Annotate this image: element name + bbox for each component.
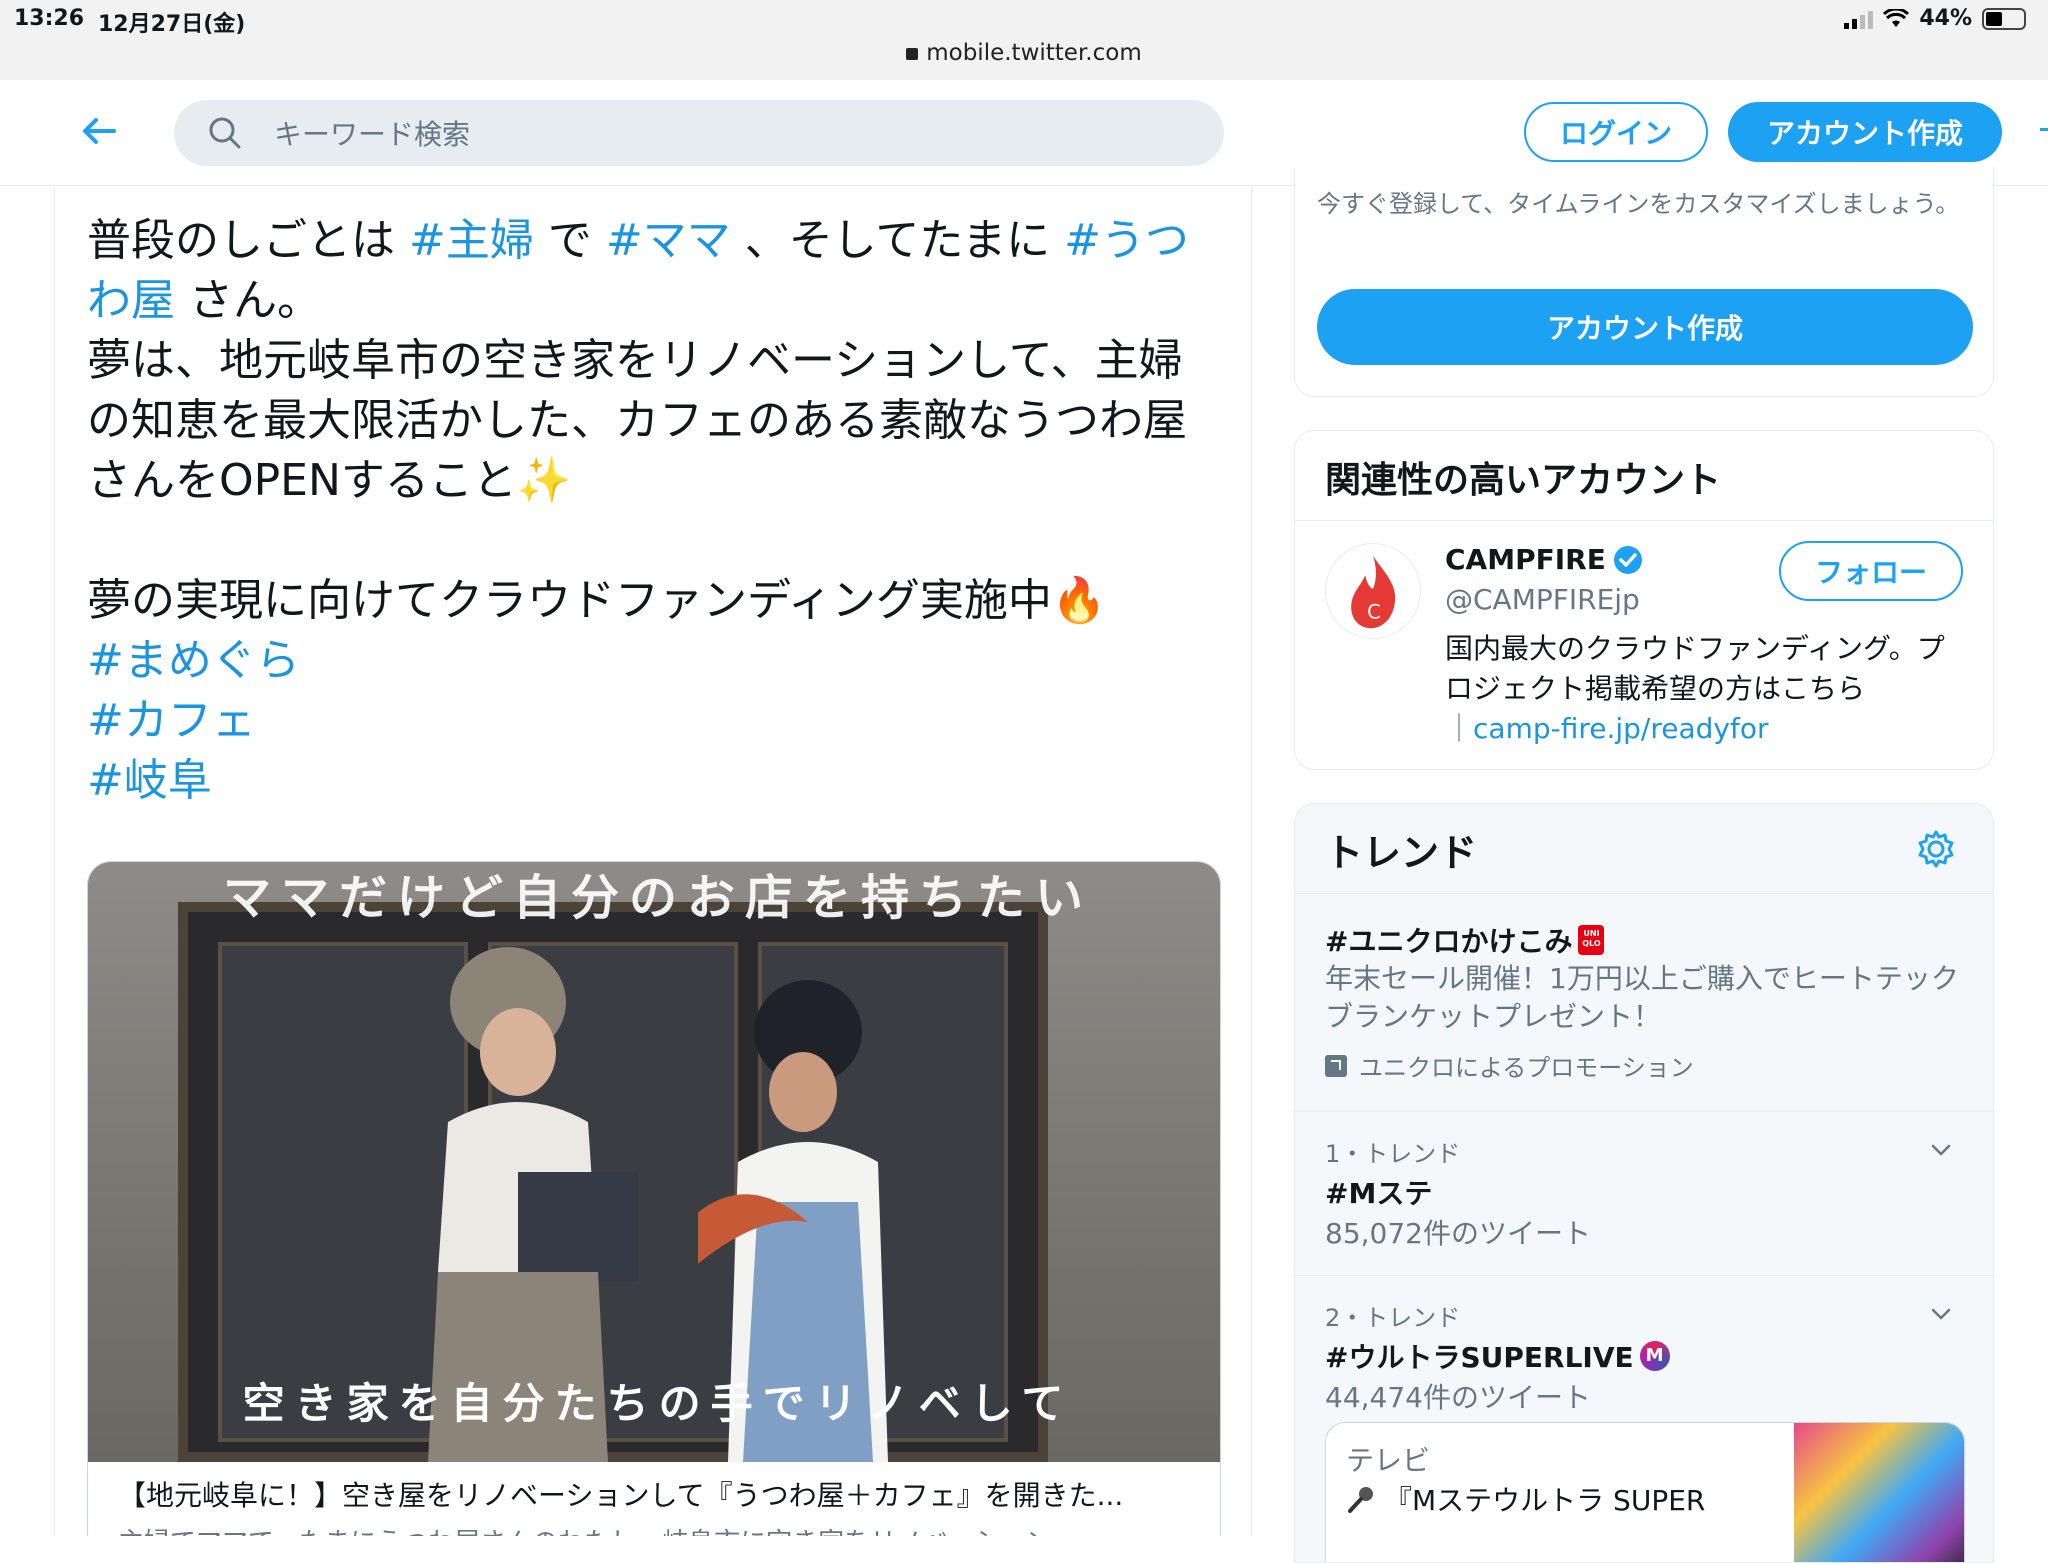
account-bio: 国内最大のクラウドファンディング。プロジェクト掲載希望の方はこちら ｜camp-… [1445, 629, 1965, 749]
battery-percent: 44% [1919, 6, 1972, 31]
verified-badge-icon [1613, 545, 1642, 574]
url-text: mobile.twitter.com [926, 40, 1142, 66]
trends-title: トレンド [1325, 831, 1478, 875]
chevron-down-icon[interactable] [1929, 1302, 1953, 1326]
svg-text:C: C [1367, 600, 1381, 623]
promotion-label: ユニクロによるプロモーション [1359, 1054, 1694, 1082]
microphone-icon [1348, 1487, 1373, 1513]
trends-header: トレンド [1295, 804, 1993, 894]
hashtag-link[interactable]: #まめぐら [87, 635, 300, 686]
tweet-text-part: さん。 [175, 275, 321, 326]
sparkles-icon: ✨ [516, 455, 572, 506]
card-title: 【地元岐阜に！】空き屋をリノベーションして『うつわ屋＋カフェ』を開きた... [118, 1479, 1124, 1512]
sidebar-signup-button[interactable]: アカウント作成 [1317, 289, 1973, 365]
chevron-down-icon[interactable] [1929, 1138, 1953, 1162]
tv-event-card[interactable]: テレビ 『Mステウルトラ SUPER [1325, 1422, 1965, 1562]
trend-count: 44,474件のツイート [1325, 1381, 1591, 1414]
promoted-trend-description: 年末セール開催！1万円以上ご購入でヒートテックブランケットプレゼント！ [1325, 962, 1959, 1033]
url-bar[interactable]: mobile.twitter.com [0, 40, 2048, 66]
search-icon [209, 117, 241, 149]
tweet-text-part: 夢の実現に向けてクラウドファンディング実施中 [87, 575, 1052, 626]
trend-count: 85,072件のツイート [1325, 1217, 1591, 1250]
promotion-line: ユニクロによるプロモーション [1325, 1048, 1694, 1083]
trend-meta: 1・トレンド [1325, 1140, 1461, 1168]
promoted-trend[interactable]: #ユニクロかけこみ UNI QLO 年末セール開催！1万円以上ご購入でヒートテック… [1295, 894, 1993, 1112]
tv-title-text: 『Mステウルトラ SUPER [1384, 1484, 1706, 1517]
trend-name-text: #ウルトラSUPERLIVE [1325, 1341, 1634, 1374]
tweet-text-part: 、そしてたまに [730, 215, 1065, 266]
uniqlo-icon: UNI QLO [1578, 925, 1605, 955]
search-input[interactable] [274, 114, 1174, 154]
promoted-trend-text: #ユニクロかけこみ [1325, 925, 1573, 958]
trend-name: #ウルトラSUPERLIVE M [1325, 1336, 1670, 1376]
link-card[interactable]: ママだけど自分のお店を持ちたい 空き家を自分たちの手でリノベして 【地元岐阜に！… [87, 861, 1221, 1536]
account-handle: @CAMPFIREjp [1445, 583, 1640, 616]
fire-icon: 🔥 [1051, 575, 1107, 626]
signup-panel: 今すぐ登録して、タイムラインをカスタマイズしましょう。 アカウント作成 [1294, 167, 1994, 397]
tv-label: テレビ [1346, 1444, 1431, 1477]
trends-panel: トレンド #ユニクロかけこみ UNI QLO 年末セール開催！1万円以上ご購入でヒ… [1294, 803, 1994, 1563]
back-arrow-icon[interactable] [74, 106, 124, 156]
tweet-text-part: 普段のしごとは [87, 215, 409, 266]
search-box[interactable] [174, 100, 1224, 166]
status-bar: 13:26 12月27日(金) 44% mobile.twitter.com [0, 0, 2048, 80]
tweet-text: 普段のしごとは #主婦 で #ママ 、そしてたまに #うつわ屋 さん。 夢は、地… [87, 211, 1217, 811]
trend-item[interactable]: 1・トレンド #Mステ 85,072件のツイート [1295, 1112, 1993, 1276]
tweet-text-part: で [533, 215, 606, 266]
account-name[interactable]: CAMPFIRE [1445, 543, 1644, 576]
lock-icon [906, 48, 919, 60]
tv-title: 『Mステウルトラ SUPER [1346, 1479, 1705, 1519]
related-accounts-panel: 関連性の高いアカウント C CAMPFIRE @CAMPFIREjp 国内最大の… [1294, 430, 1994, 770]
login-button[interactable]: ログイン [1524, 102, 1708, 162]
promoted-trend-name: #ユニクロかけこみ UNI QLO [1325, 920, 1605, 960]
signup-prompt: 今すぐ登録して、タイムラインをカスタマイズしましょう。 [1317, 190, 1960, 218]
account-name-text: CAMPFIRE [1445, 543, 1606, 576]
image-caption-top: ママだけど自分のお店を持ちたい [222, 870, 1093, 926]
status-time: 13:26 [14, 6, 85, 31]
battery-icon [1982, 7, 2026, 30]
hashtag-link[interactable]: #岐阜 [87, 755, 212, 806]
wifi-icon [1883, 8, 1910, 27]
status-indicators: 44% [1844, 6, 2026, 31]
bio-separator: ｜ [1445, 712, 1474, 745]
hashtag-link[interactable]: #カフェ [87, 695, 256, 746]
m-logo-icon: M [1639, 1341, 1670, 1371]
gear-icon[interactable] [1915, 828, 1957, 870]
image-caption-bottom: 空き家を自分たちの手でリノベして [242, 1379, 1074, 1428]
related-title: 関連性の高いアカウント [1325, 460, 1722, 501]
edge-indicator [2040, 128, 2048, 134]
related-header: 関連性の高いアカウント [1295, 431, 1993, 521]
card-description: 主婦でママで、たまにうつわ屋さんのわたし。岐阜市に空き家をリノベーション [118, 1522, 1198, 1536]
trend-name: #Mステ [1325, 1177, 1433, 1210]
card-image: ママだけど自分のお店を持ちたい 空き家を自分たちの手でリノベして [88, 862, 1220, 1462]
campfire-avatar[interactable]: C [1325, 543, 1421, 639]
signal-icon [1844, 9, 1874, 29]
hashtag-link[interactable]: #主婦 [409, 215, 534, 266]
tv-thumbnail [1794, 1423, 1964, 1562]
hashtag-link[interactable]: #ママ [606, 215, 731, 266]
tweet-text-part: 夢は、地元岐阜市の空き家をリノベーションして、主婦の知恵を最大限活かした、カフェ… [87, 335, 1187, 506]
account-bio-text: 国内最大のクラウドファンディング。プロジェクト掲載希望の方はこちら [1445, 632, 1945, 705]
trend-meta: 2・トレンド [1325, 1304, 1461, 1332]
follow-button[interactable]: フォロー [1779, 541, 1963, 601]
signup-button[interactable]: アカウント作成 [1728, 102, 2002, 162]
tweet-column: 普段のしごとは #主婦 で #ママ 、そしてたまに #うつわ屋 さん。 夢は、地… [54, 187, 1252, 1536]
status-date: 12月27日(金) [98, 12, 246, 37]
promoted-icon [1325, 1054, 1347, 1077]
bio-link[interactable]: camp-fire.jp/readyfor [1473, 712, 1768, 745]
